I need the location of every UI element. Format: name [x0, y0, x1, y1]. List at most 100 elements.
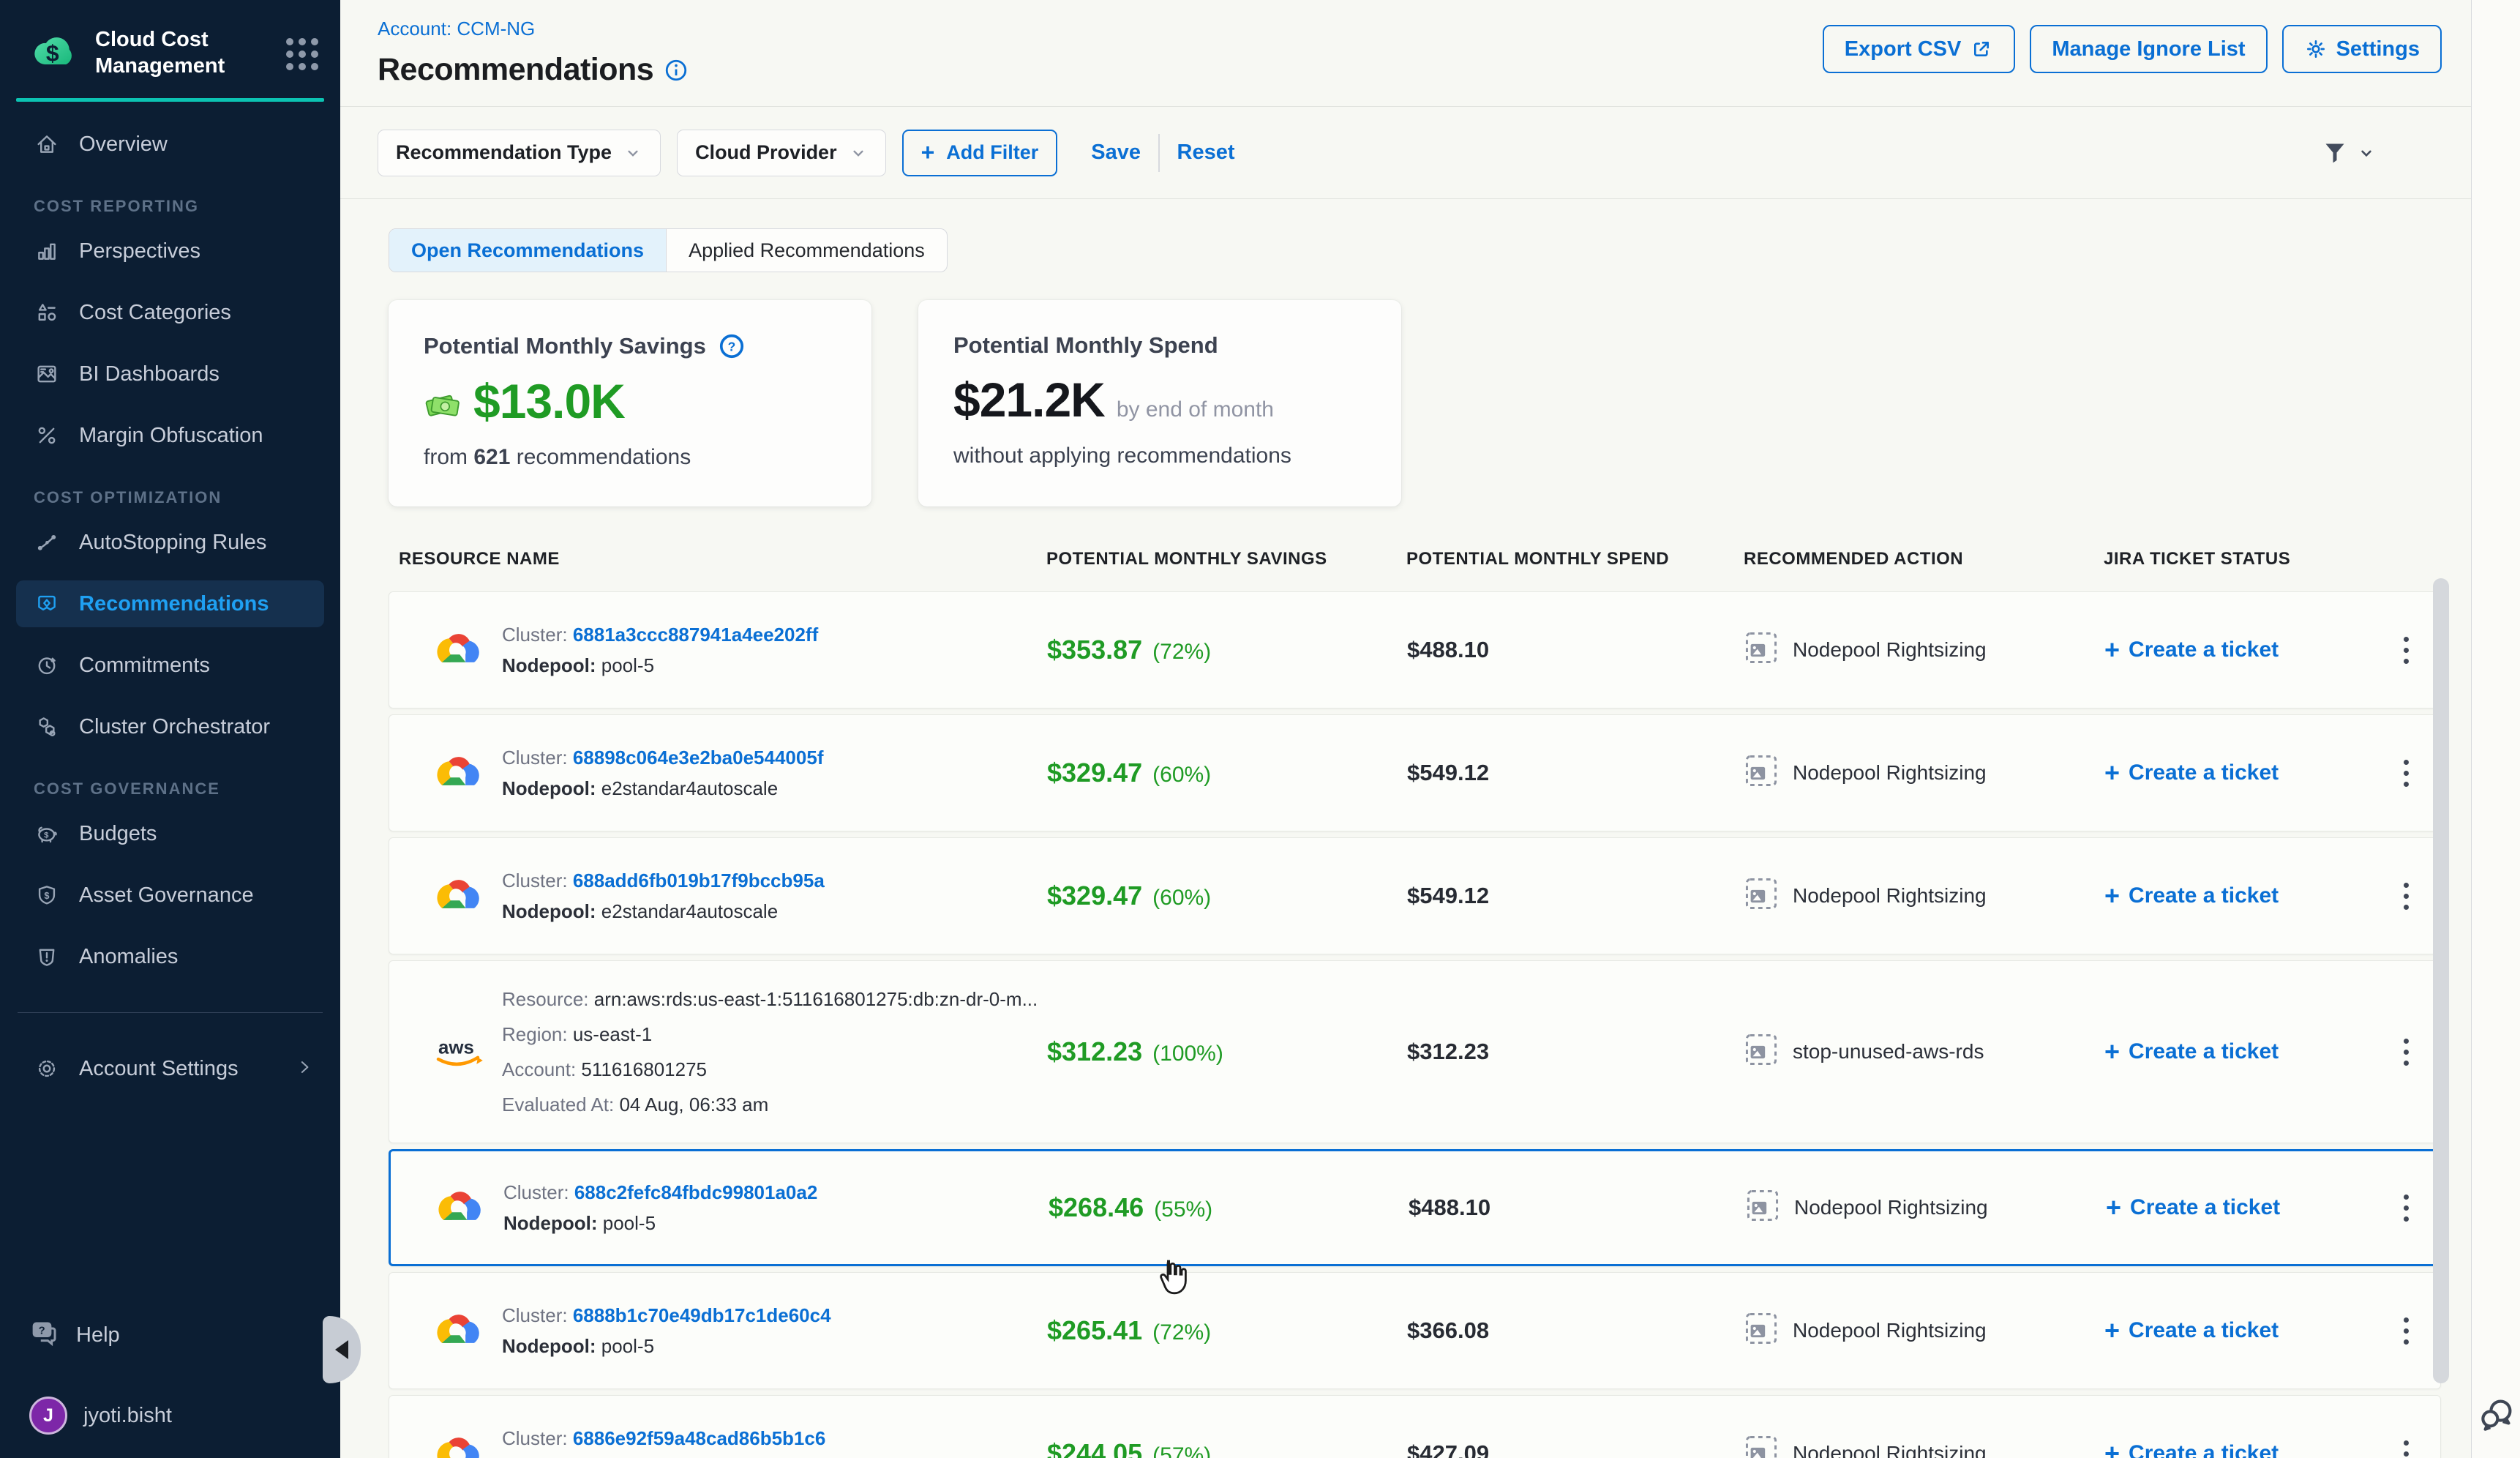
row-menu-button[interactable]	[2371, 883, 2440, 910]
resource-line: Nodepool: pool-5	[503, 1208, 817, 1238]
resource-link[interactable]: 68898c064e3e2ba0e544005f	[573, 747, 824, 769]
svg-text:?: ?	[727, 339, 735, 354]
sidebar-item-commitments[interactable]: Commitments	[0, 642, 340, 689]
recommendation-count: 621	[473, 445, 510, 469]
row-spend-value: $312.23	[1407, 1039, 1744, 1065]
right-rail	[2471, 0, 2520, 1458]
line-value: 04 Aug, 06:33 am	[619, 1094, 768, 1115]
filter-panel-toggle[interactable]	[2320, 138, 2376, 168]
settings-button[interactable]: Settings	[2282, 25, 2442, 73]
action-label: Nodepool Rightsizing	[1793, 884, 1987, 908]
resource-link[interactable]: 6888b1c70e49db17c1de60c4	[573, 1304, 831, 1326]
row-menu-button[interactable]	[2371, 1039, 2440, 1066]
create-ticket-link[interactable]: + Create a ticket	[2104, 638, 2371, 662]
rightsizing-action-icon	[1744, 1033, 1778, 1072]
row-menu-button[interactable]	[2373, 1195, 2439, 1222]
svg-text:$: $	[44, 890, 49, 901]
filter-bar: Recommendation Type Cloud Provider + Add…	[340, 107, 2471, 199]
gcp-logo-icon	[430, 751, 486, 795]
breadcrumb-account-link[interactable]: Account: CCM-NG	[378, 18, 689, 40]
sidebar-item-cluster-orchestrator[interactable]: Cluster Orchestrator	[0, 703, 340, 750]
table-row[interactable]: Cluster: 6888b1c70e49db17c1de60c4Nodepoo…	[389, 1272, 2441, 1389]
sidebar-item-asset-governance[interactable]: $Asset Governance	[0, 872, 340, 919]
sidebar-item-anomalies[interactable]: Anomalies	[0, 933, 340, 980]
resource-center-chat-icon[interactable]	[2478, 1396, 2516, 1438]
resource-line: Cluster: 688add6fb019b17f9bccb95a	[502, 865, 825, 896]
create-ticket-link[interactable]: + Create a ticket	[2104, 1039, 2371, 1064]
vertical-scrollbar-thumb[interactable]	[2433, 578, 2449, 1383]
potential-monthly-savings-card: Potential Monthly Savings ? $13.0K	[389, 300, 871, 506]
table-row[interactable]: Cluster: 6886e92f59a48cad86b5b1c6Nodepoo…	[389, 1395, 2441, 1458]
table-row[interactable]: Cluster: 6881a3ccc887941a4ee202ffNodepoo…	[389, 591, 2441, 709]
sidebar-item-budgets[interactable]: $Budgets	[0, 810, 340, 857]
table-row[interactable]: Cluster: 688c2fefc84fbdc99801a0a2Nodepoo…	[389, 1149, 2441, 1266]
spend-value: $21.2K	[953, 372, 1105, 427]
question-icon[interactable]: ?	[718, 332, 746, 360]
sidebar-item-account-settings[interactable]: Account Settings	[0, 1045, 340, 1092]
help-button[interactable]: ? Help	[0, 1312, 340, 1358]
resource-link[interactable]: 6886e92f59a48cad86b5b1c6	[573, 1427, 826, 1449]
row-menu-button[interactable]	[2371, 1317, 2440, 1345]
action-label: Nodepool Rightsizing	[1793, 1319, 1987, 1342]
sidebar-item-label: Margin Obfuscation	[79, 424, 263, 448]
create-ticket-link[interactable]: + Create a ticket	[2104, 1441, 2371, 1458]
sidebar-divider	[18, 1012, 323, 1013]
sidebar-section-cost-reporting: COST REPORTING	[34, 197, 340, 216]
line-label: Cluster:	[502, 870, 573, 891]
line-value: 511616801275	[581, 1058, 707, 1080]
sidebar-item-cost-categories[interactable]: Cost Categories	[0, 289, 340, 336]
svg-text:$: $	[44, 831, 49, 840]
app-switcher-icon[interactable]	[286, 38, 318, 70]
sidebar-item-overview[interactable]: Overview	[0, 121, 340, 168]
sidebar-item-perspectives[interactable]: Perspectives	[0, 228, 340, 274]
filter-recommendation-type[interactable]: Recommendation Type	[378, 130, 661, 176]
page-title: Recommendations	[378, 52, 653, 88]
resource-line: Nodepool: pool-5	[502, 650, 818, 681]
rightsizing-action-icon	[1744, 877, 1778, 916]
table-row[interactable]: aws Resource: arn:aws:rds:us-east-1:5116…	[389, 960, 2441, 1143]
row-savings-value: $329.47	[1047, 881, 1142, 911]
row-menu-button[interactable]	[2371, 1440, 2440, 1458]
tab-applied-recommendations[interactable]: Applied Recommendations	[667, 229, 947, 272]
row-savings-percent: (100%)	[1152, 1042, 1223, 1066]
create-ticket-link[interactable]: + Create a ticket	[2104, 1318, 2371, 1343]
spend-subtext: without applying recommendations	[953, 444, 1366, 468]
create-ticket-link[interactable]: + Create a ticket	[2104, 760, 2371, 785]
home-icon	[34, 131, 60, 157]
row-menu-button[interactable]	[2371, 760, 2440, 787]
sidebar-item-margin-obfuscation[interactable]: Margin Obfuscation	[0, 412, 340, 459]
create-ticket-link[interactable]: + Create a ticket	[2104, 883, 2371, 908]
user-menu[interactable]: J jyoti.bisht	[0, 1392, 340, 1439]
sidebar-item-autostopping-rules[interactable]: AutoStopping Rules	[0, 519, 340, 566]
table-row[interactable]: Cluster: 688add6fb019b17f9bccb95a Nodepoo…	[389, 837, 2441, 954]
resource-link[interactable]: 688add6fb019b17f9bccb95a	[573, 870, 825, 891]
tab-open-recommendations[interactable]: Open Recommendations	[389, 229, 667, 272]
sidebar-item-label: BI Dashboards	[79, 362, 220, 386]
resource-line: Cluster: 68898c064e3e2ba0e544005f	[502, 742, 823, 773]
line-label: Evaluated At:	[502, 1094, 619, 1115]
tabs: Open Recommendations Applied Recommendat…	[389, 228, 948, 272]
info-icon[interactable]	[664, 58, 689, 86]
spend-card-title: Potential Monthly Spend	[953, 332, 1218, 359]
sidebar-item-bi-dashboards[interactable]: BI Dashboards	[0, 351, 340, 397]
row-menu-button[interactable]	[2371, 637, 2440, 664]
resource-details: Cluster: 688add6fb019b17f9bccb95aNodepoo…	[502, 865, 825, 927]
resource-link[interactable]: 688c2fefc84fbdc99801a0a2	[574, 1181, 817, 1203]
row-spend-value: $488.10	[1407, 637, 1744, 663]
sidebar-item-label: Cost Categories	[79, 301, 231, 325]
recommendations-table: Cluster: 6881a3ccc887941a4ee202ff Nodepoo…	[389, 591, 2441, 1458]
resource-link[interactable]: 6881a3ccc887941a4ee202ff	[573, 624, 818, 646]
filter-cloud-provider[interactable]: Cloud Provider	[677, 130, 886, 176]
sidebar-item-recommendations[interactable]: Recommendations	[16, 580, 324, 627]
export-csv-button[interactable]: Export CSV	[1823, 25, 2016, 73]
line-value: arn:aws:rds:us-east-1:511616801275:db:zn…	[594, 988, 1038, 1010]
table-row[interactable]: Cluster: 68898c064e3e2ba0e544005fNodepoo…	[389, 714, 2441, 831]
create-ticket-link[interactable]: + Create a ticket	[2106, 1195, 2373, 1220]
add-filter-button[interactable]: + Add Filter	[902, 130, 1058, 176]
save-filter-button[interactable]: Save	[1091, 141, 1141, 165]
app-logo-icon: $	[28, 31, 79, 74]
line-value: pool-5	[601, 1335, 654, 1357]
table-header-row: RESOURCE NAME POTENTIAL MONTHLY SAVINGS …	[389, 549, 2441, 569]
reset-filter-button[interactable]: Reset	[1177, 141, 1235, 165]
manage-ignore-list-button[interactable]: Manage Ignore List	[2030, 25, 2267, 73]
